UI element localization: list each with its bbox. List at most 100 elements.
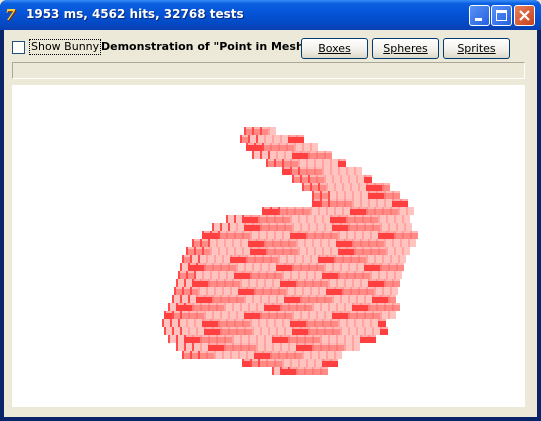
voxel-cube: [322, 159, 330, 167]
voxel-cube: [244, 327, 252, 335]
voxel-cube: [306, 215, 314, 223]
voxel-cube: [332, 263, 340, 271]
voxel-cube: [394, 215, 402, 223]
close-button[interactable]: [514, 5, 535, 26]
voxel-cube: [274, 231, 282, 239]
voxel-cube: [320, 335, 328, 343]
voxel-cube: [232, 239, 240, 247]
voxel-cube: [336, 343, 344, 351]
voxel-cube: [308, 263, 316, 271]
voxel-cube: [238, 255, 246, 263]
voxel-cube: [274, 247, 282, 255]
show-bunny-label[interactable]: Show Bunny: [29, 39, 102, 55]
voxel-cube: [196, 263, 204, 271]
voxel-cube: [196, 327, 204, 335]
voxel-cube: [204, 311, 212, 319]
voxel-cube: [306, 319, 314, 327]
voxel-cube: [374, 287, 382, 295]
voxel-cube: [250, 231, 258, 239]
voxel-cube: [188, 311, 196, 319]
voxel-cube: [360, 191, 368, 199]
voxel-cube: [314, 247, 322, 255]
voxel-cube: [298, 215, 306, 223]
voxel-cube: [352, 239, 360, 247]
voxel-cube: [206, 287, 214, 295]
voxel-cube: [372, 327, 380, 335]
voxel-cube: [238, 287, 246, 295]
voxel-cube: [286, 287, 294, 295]
voxel-cube: [282, 231, 290, 239]
show-bunny-checkbox[interactable]: [12, 41, 25, 54]
voxel-cube: [224, 335, 232, 343]
voxel-cube: [278, 207, 286, 215]
voxel-cube: [320, 199, 328, 207]
client-area: Show Bunny Demonstration of "Point in Me…: [4, 30, 537, 417]
voxel-cube: [288, 239, 296, 247]
voxel-cube: [394, 247, 402, 255]
voxel-cube: [380, 223, 388, 231]
voxel-cube: [362, 319, 370, 327]
render-viewport[interactable]: [12, 85, 525, 407]
voxel-cube: [326, 183, 334, 191]
voxel-cube: [268, 127, 276, 135]
voxel-cube: [266, 247, 274, 255]
voxel-cube: [390, 255, 398, 263]
voxel-cube: [264, 239, 272, 247]
voxel-cube: [194, 319, 202, 327]
voxel-cube: [230, 287, 238, 295]
voxel-cube: [344, 199, 352, 207]
voxel-cube: [246, 351, 254, 359]
voxel-cube: [182, 351, 190, 359]
voxel-cube: [296, 135, 304, 143]
voxel-cube: [254, 287, 262, 295]
sprites-button[interactable]: Sprites: [443, 38, 510, 59]
voxel-cube: [280, 239, 288, 247]
voxel-cube: [336, 279, 344, 287]
voxel-cube: [344, 303, 352, 311]
voxel-cube: [376, 279, 384, 287]
voxel-cube: [292, 223, 300, 231]
voxel-cube: [284, 263, 292, 271]
minimize-button[interactable]: [469, 5, 490, 26]
voxel-cube: [322, 231, 330, 239]
voxel-cube: [298, 159, 306, 167]
voxel-cube: [260, 151, 268, 159]
title-bar[interactable]: 7 1953 ms, 4562 hits, 32768 tests: [0, 0, 541, 30]
voxel-cube: [324, 327, 332, 335]
voxel-cube: [360, 303, 368, 311]
voxel-cube: [312, 367, 320, 375]
voxel-cube: [178, 319, 186, 327]
voxel-cube: [180, 295, 188, 303]
voxel-cube: [326, 287, 334, 295]
voxel-cube: [258, 271, 266, 279]
voxel-cube: [298, 271, 306, 279]
voxel-cube: [308, 223, 316, 231]
voxel-cube: [272, 303, 280, 311]
voxel-cube: [198, 287, 206, 295]
voxel-cube: [396, 263, 404, 271]
voxel-cube: [278, 255, 286, 263]
spheres-button[interactable]: Spheres: [372, 38, 439, 59]
voxel-cube: [184, 335, 192, 343]
app-icon[interactable]: 7: [5, 6, 23, 24]
voxel-cube: [290, 359, 298, 367]
voxel-cube: [300, 311, 308, 319]
voxel-cube: [306, 247, 314, 255]
voxel-cube: [306, 159, 314, 167]
boxes-button[interactable]: Boxes: [301, 38, 368, 59]
voxel-cube: [258, 359, 266, 367]
voxel-cube: [294, 287, 302, 295]
voxel-cube: [268, 311, 276, 319]
voxel-cube: [366, 207, 374, 215]
voxel-cube: [326, 351, 334, 359]
maximize-button[interactable]: [491, 5, 512, 26]
voxel-cube: [182, 287, 190, 295]
voxel-cube: [340, 223, 348, 231]
voxel-cube: [180, 263, 188, 271]
voxel-cube: [350, 183, 358, 191]
voxel-cube: [328, 199, 336, 207]
voxel-cube: [196, 311, 204, 319]
voxel-cube: [342, 207, 350, 215]
voxel-cube: [384, 303, 392, 311]
voxel-cube: [328, 279, 336, 287]
